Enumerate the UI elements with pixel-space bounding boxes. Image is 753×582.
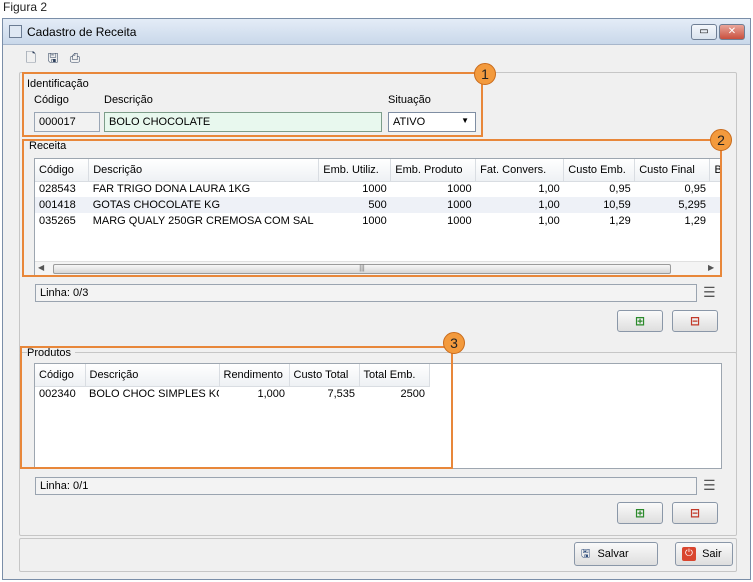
- remove-receita-button[interactable]: ⊟: [672, 310, 718, 332]
- remove-icon: ⊟: [689, 506, 701, 520]
- receita-status: Linha: 0/3: [35, 284, 697, 302]
- sair-button[interactable]: ⏻ Sair: [675, 542, 733, 566]
- remove-produto-button[interactable]: ⊟: [672, 502, 718, 524]
- highlight-box-3: [20, 346, 453, 469]
- add-produto-button[interactable]: ⊞: [617, 502, 663, 524]
- close-button[interactable]: ✕: [719, 24, 745, 40]
- title-bar: Cadastro de Receita ▭ ✕: [3, 19, 750, 45]
- recipe-window: Cadastro de Receita ▭ ✕ 🗋 🖫 ⎙ Identifica…: [2, 18, 751, 580]
- highlight-box-2: [22, 139, 722, 277]
- power-icon: ⏻: [682, 547, 696, 562]
- callout-badge-2: 2: [710, 129, 732, 151]
- add-icon: ⊞: [634, 506, 646, 520]
- menu-lines-icon[interactable]: ☰: [703, 478, 716, 492]
- sair-label: Sair: [702, 548, 722, 560]
- produtos-status: Linha: 0/1: [35, 477, 697, 495]
- print-icon[interactable]: ⎙: [67, 50, 83, 66]
- callout-badge-1: 1: [474, 63, 496, 85]
- salvar-button[interactable]: 🖫 Salvar: [574, 542, 658, 566]
- callout-badge-3: 3: [443, 332, 465, 354]
- add-receita-button[interactable]: ⊞: [617, 310, 663, 332]
- figure-caption: Figura 2: [3, 0, 48, 14]
- save-disk-icon: 🖫: [581, 548, 591, 560]
- menu-lines-icon[interactable]: ☰: [703, 285, 716, 299]
- restore-button[interactable]: ▭: [691, 24, 717, 40]
- app-icon: [9, 25, 22, 38]
- save-disk-icon[interactable]: 🖫: [45, 50, 61, 66]
- salvar-label: Salvar: [597, 548, 629, 560]
- highlight-box-1: [22, 72, 483, 137]
- remove-icon: ⊟: [689, 314, 701, 328]
- window-title: Cadastro de Receita: [27, 25, 137, 39]
- add-icon: ⊞: [634, 314, 646, 328]
- new-document-icon[interactable]: 🗋: [23, 50, 39, 66]
